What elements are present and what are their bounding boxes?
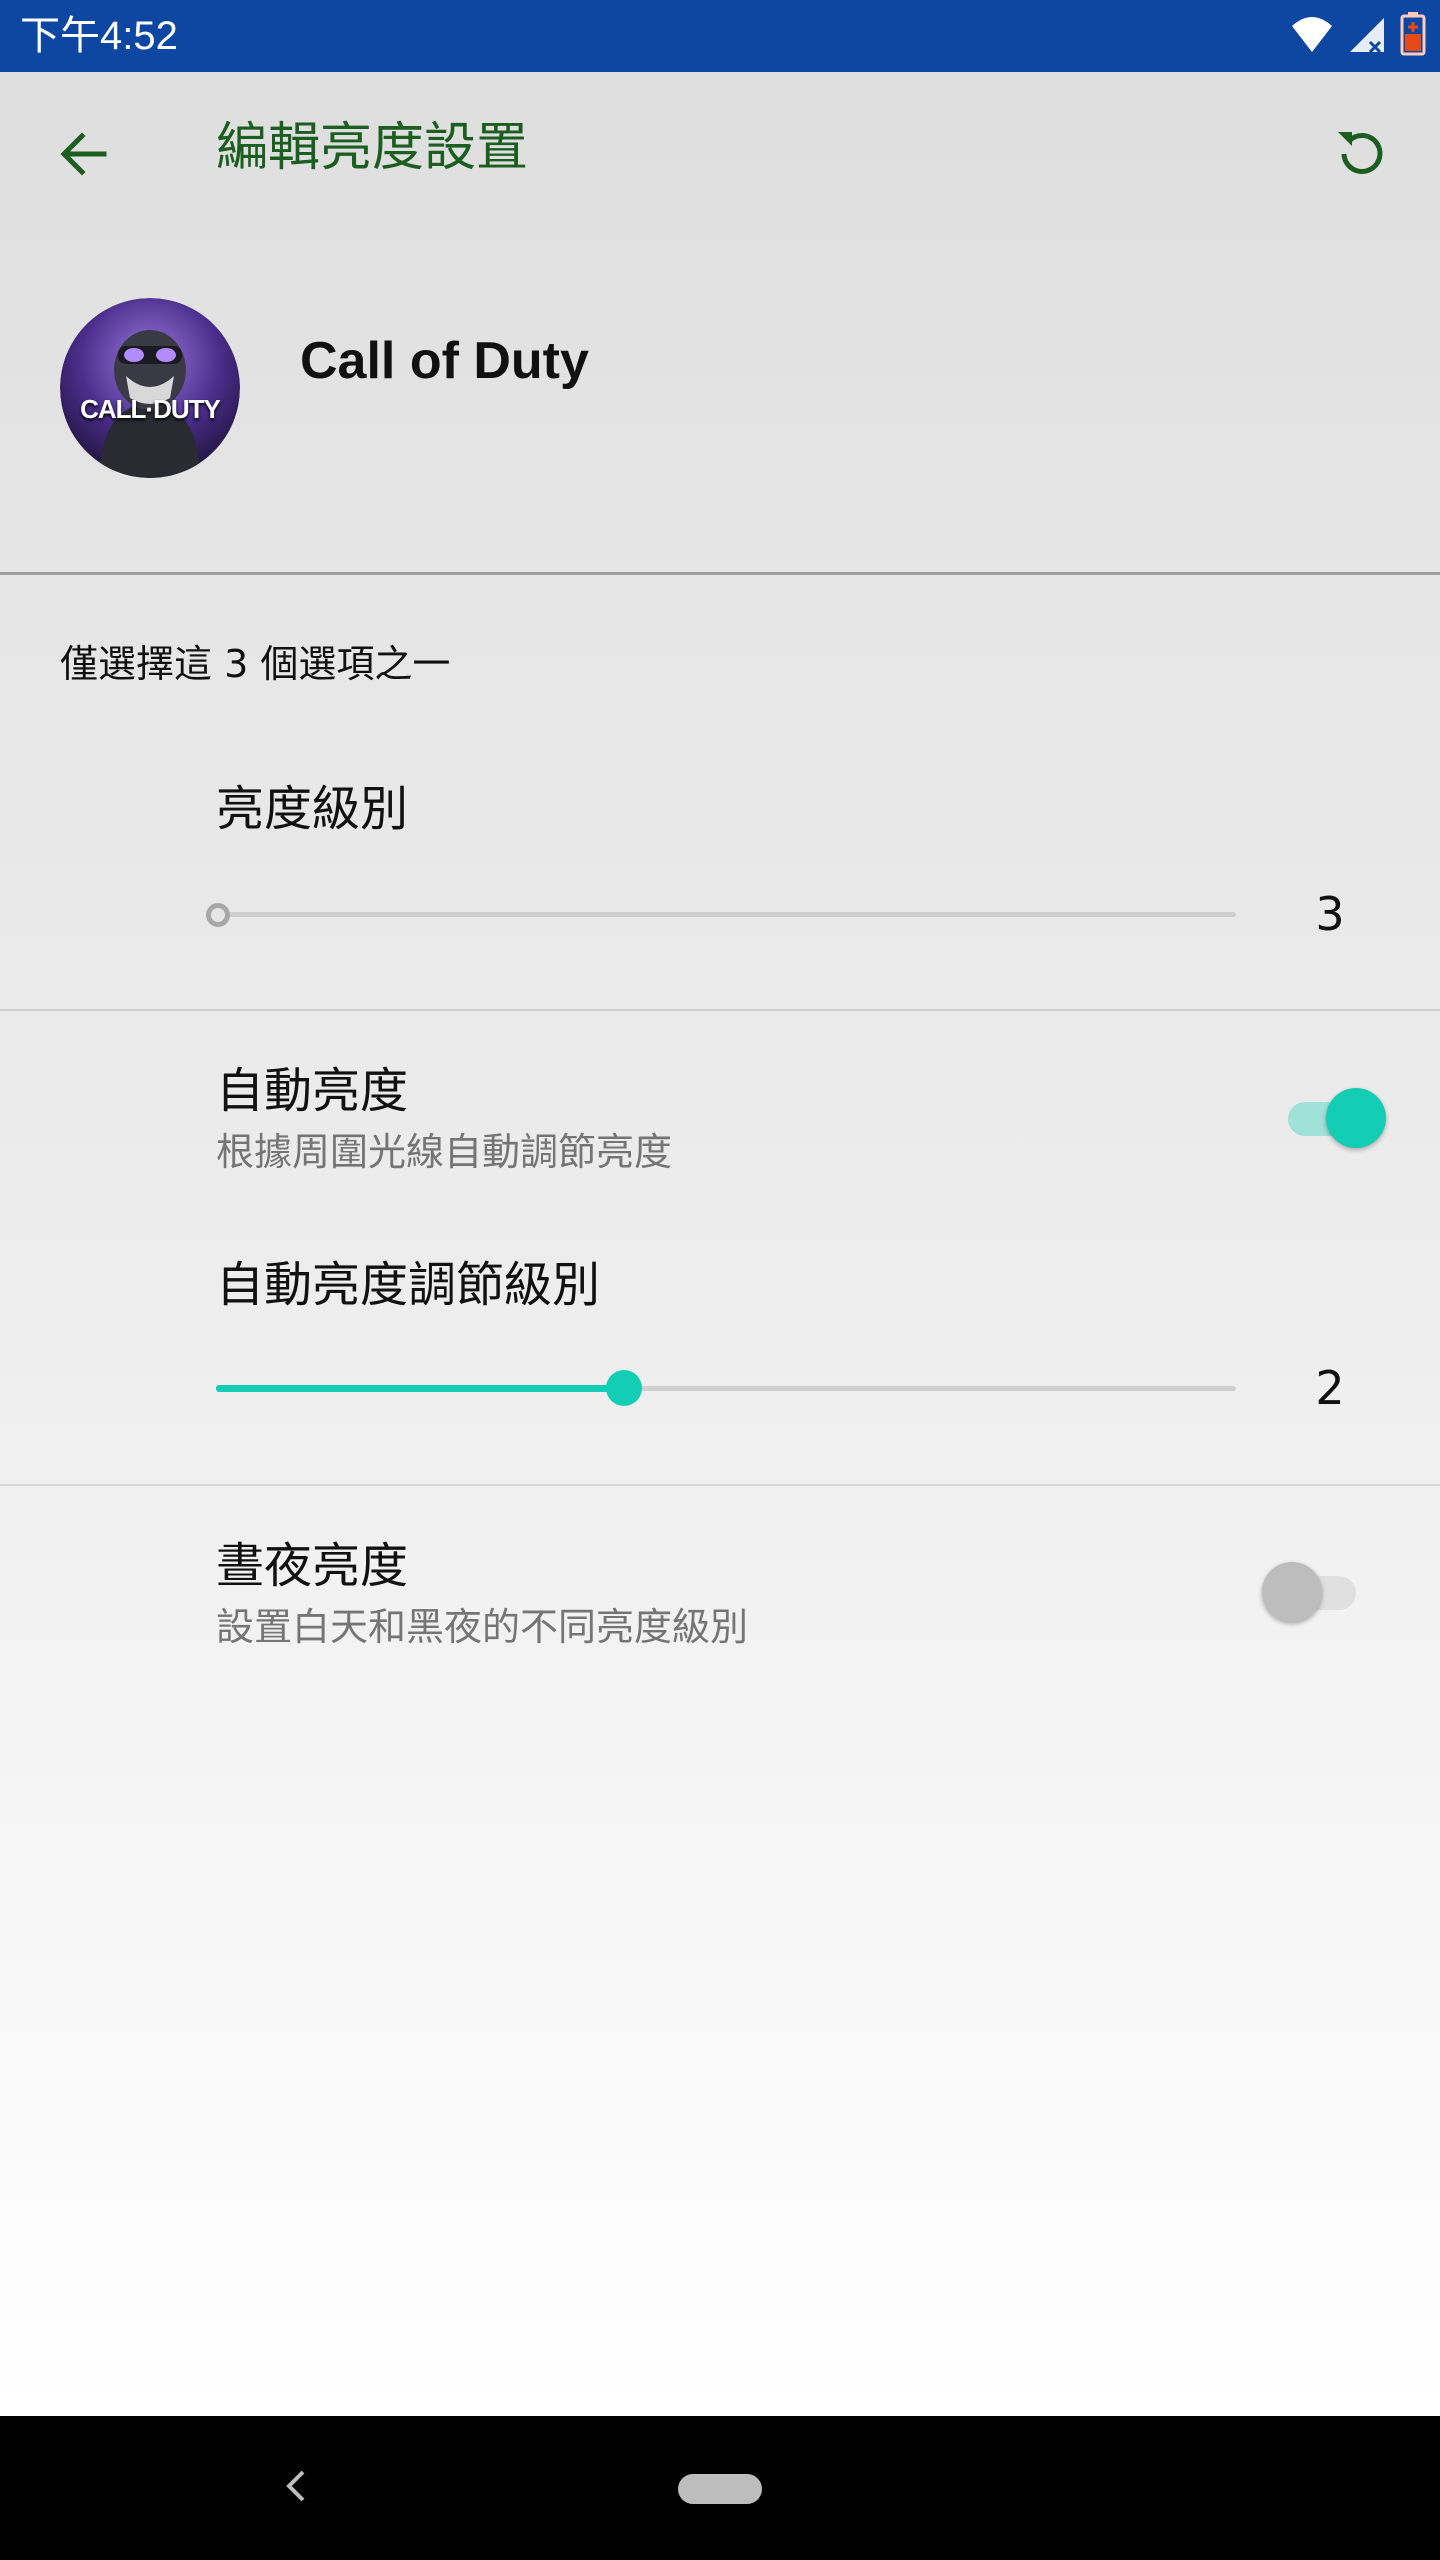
nav-back-icon [281, 2466, 311, 2510]
app-avatar: CALL·DUTY [60, 298, 240, 478]
options-hint: 僅選擇這 3 個選項之一 [60, 642, 451, 686]
auto-brightness-adjust-slider[interactable] [216, 1358, 1236, 1418]
switch-thumb [1326, 1088, 1386, 1148]
app-name: Call of Duty [300, 332, 589, 390]
brightness-level-slider[interactable] [206, 884, 1236, 944]
section-divider-2 [0, 1484, 1440, 1486]
nav-back-button[interactable] [260, 2452, 332, 2524]
slider-thumb[interactable] [606, 1370, 642, 1406]
arrow-back-icon [56, 126, 112, 186]
reset-button[interactable] [1314, 108, 1410, 204]
battery-icon [1400, 12, 1426, 60]
day-night-brightness-title: 晝夜亮度 [216, 1538, 409, 1594]
status-bar: 下午4:52 [0, 0, 1440, 72]
brightness-level-label: 亮度級別 [216, 781, 409, 837]
status-time: 下午4:52 [20, 14, 178, 58]
app-header: CALL·DUTY Call of Duty [0, 240, 1440, 572]
switch-thumb [1262, 1562, 1322, 1622]
auto-brightness-title: 自動亮度 [216, 1063, 409, 1119]
auto-brightness-switch[interactable] [1282, 1082, 1386, 1154]
status-icons [1290, 12, 1426, 60]
auto-brightness-adjust-label: 自動亮度調節級別 [216, 1257, 601, 1313]
auto-brightness-adjust-value: 2 [1315, 1361, 1345, 1415]
day-night-brightness-subtitle: 設置白天和黑夜的不同亮度級別 [216, 1605, 749, 1649]
auto-brightness-subtitle: 根據周圍光線自動調節亮度 [216, 1130, 673, 1174]
home-pill-icon[interactable] [678, 2474, 762, 2504]
slider-track [216, 912, 1236, 917]
page-title: 編輯亮度設置 [216, 118, 529, 178]
slider-thumb[interactable] [206, 903, 230, 927]
avatar-logo-text: CALL·DUTY [80, 394, 221, 424]
back-button[interactable] [36, 108, 132, 204]
wifi-icon [1290, 14, 1334, 58]
header-divider [0, 572, 1440, 575]
section-divider-1 [0, 1009, 1440, 1011]
slider-fill [216, 1385, 624, 1392]
refresh-icon [1332, 124, 1392, 188]
app-bar: 編輯亮度設置 [0, 72, 1440, 240]
system-nav-bar [0, 2416, 1440, 2560]
cell-signal-icon [1348, 14, 1386, 58]
brightness-level-value: 3 [1315, 887, 1345, 941]
day-night-brightness-switch[interactable] [1262, 1556, 1366, 1628]
